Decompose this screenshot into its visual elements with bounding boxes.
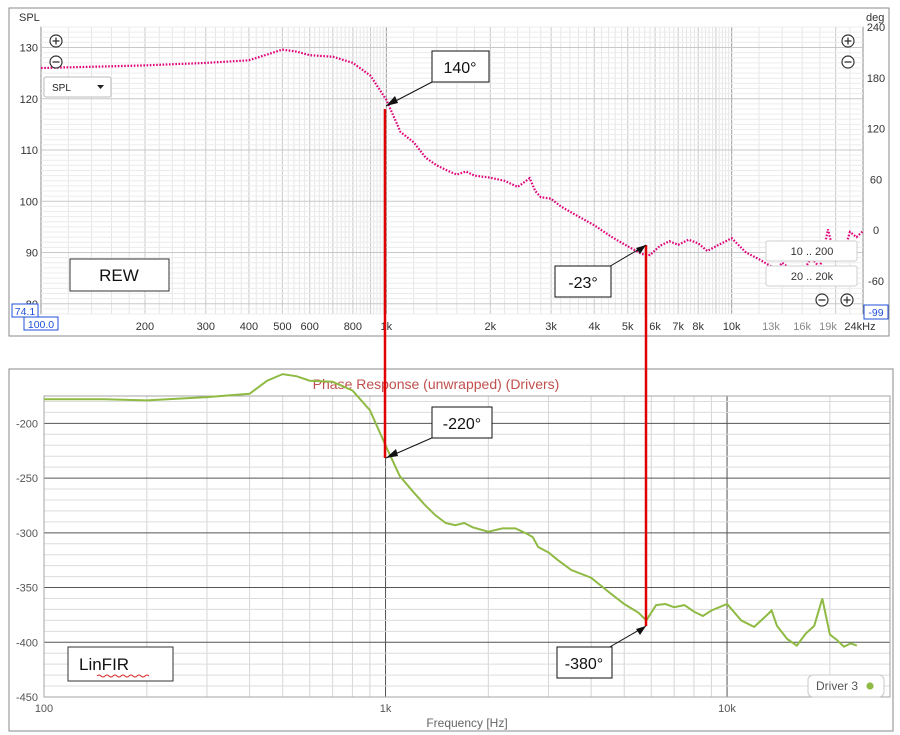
x-tick-label: 10k [723, 321, 741, 333]
x-tick-label: 13k [762, 321, 780, 333]
y2-tick-label: 240 [867, 22, 885, 34]
rew-label: REW [99, 266, 139, 285]
y-tick-label: -200 [16, 418, 38, 430]
x-tick-label: 6k [649, 321, 661, 333]
x-tick-label: 1k [380, 703, 392, 715]
zoom-in-bottom-icon[interactable] [840, 293, 854, 307]
callout-minus-380-text: -380° [565, 656, 603, 673]
x-tick-label: 24kHz [844, 321, 875, 333]
linfir-label: LinFIR [79, 655, 129, 674]
y-tick-label: -250 [16, 473, 38, 485]
x-tick-label: 600 [301, 321, 319, 333]
x-tick-label: 2k [484, 321, 496, 333]
legend-label: Driver 3 [816, 679, 858, 693]
x-tick-label: 400 [240, 321, 258, 333]
x-tick-label: 1k [381, 321, 393, 333]
callout-minus-220-text: -220° [443, 416, 481, 433]
y-tick-label: -350 [16, 583, 38, 595]
zoom-in-right-icon[interactable] [841, 34, 855, 48]
x-tick-label: 5k [622, 321, 634, 333]
x-tick-label: 3k [545, 321, 557, 333]
y2-tick-label: 180 [867, 73, 885, 85]
callout-minus-23-text: -23° [568, 275, 598, 292]
y2-tick-label: 120 [867, 124, 885, 136]
zoom-out-icon[interactable] [49, 55, 63, 69]
y2-tick-label: -60 [868, 276, 884, 288]
spl-dropdown-label: SPL [52, 83, 71, 94]
legend-marker [866, 682, 874, 690]
y-tick-label: 110 [20, 145, 38, 157]
comparison-figure: SPL deg 1301201101009080 240180120600-60… [8, 7, 894, 732]
zoom-in-icon[interactable] [49, 34, 63, 48]
x-tick-label: 500 [273, 321, 291, 333]
callout-140-text: 140° [443, 60, 476, 77]
x-tick-label: 200 [136, 321, 154, 333]
x-tick-label: 8k [692, 321, 704, 333]
range-box-x-label: 20 .. 20k [791, 271, 834, 283]
y2-tick-label: 0 [873, 225, 879, 237]
readout-left: 74.1 [15, 306, 36, 318]
x-tick-label: 19k [819, 321, 837, 333]
y-tick-label: 120 [20, 94, 38, 106]
rew-left-axis-title: SPL [19, 12, 40, 24]
y-tick-label: -300 [16, 528, 38, 540]
zoom-out-right-icon[interactable] [841, 55, 855, 69]
y2-tick-label: 60 [870, 174, 882, 186]
range-box-y-label: 10 .. 200 [791, 246, 834, 258]
readout-right: -99 [868, 307, 883, 319]
y-tick-label: 100 [20, 196, 38, 208]
range-box-y[interactable]: 10 .. 200 [765, 240, 858, 262]
legend[interactable]: Driver 3 [807, 674, 885, 698]
x-tick-label: 100 [35, 703, 53, 715]
x-tick-label: 7k [672, 321, 684, 333]
readout-x: 100.0 [28, 319, 54, 331]
x-tick-label: 10k [718, 703, 736, 715]
range-box-x[interactable]: 20 .. 20k [765, 265, 858, 287]
y-tick-label: -400 [16, 637, 38, 649]
y-tick-label: 90 [26, 248, 38, 260]
x-tick-label: 4k [588, 321, 600, 333]
y-tick-label: 130 [20, 43, 38, 55]
zoom-out-bottom-icon[interactable] [815, 293, 829, 307]
x-axis-title: Frequency [Hz] [426, 716, 507, 730]
x-tick-label: 16k [793, 321, 811, 333]
spl-dropdown[interactable]: SPL [43, 76, 112, 98]
x-tick-label: 300 [197, 321, 215, 333]
x-tick-label: 800 [344, 321, 362, 333]
